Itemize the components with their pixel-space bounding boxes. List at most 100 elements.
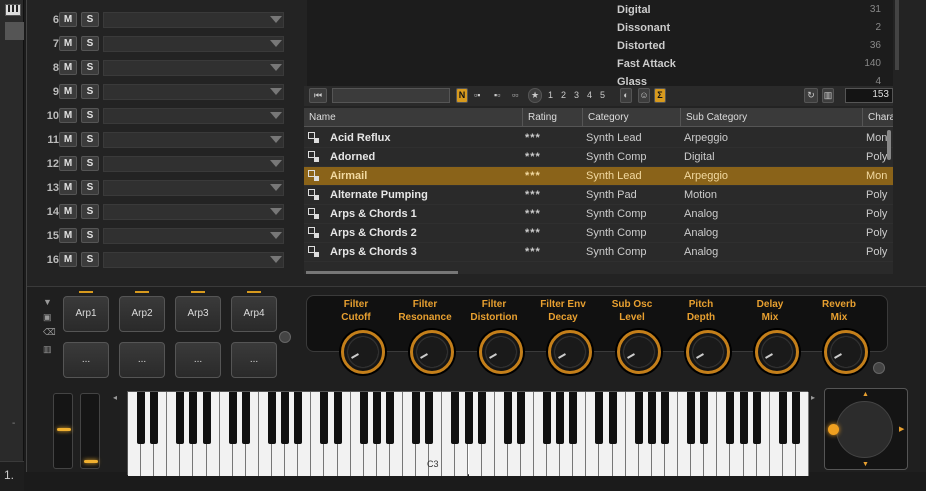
black-key[interactable] [320, 392, 329, 444]
solo-button[interactable]: S [81, 108, 99, 123]
mute-button[interactable]: M [59, 108, 77, 123]
sync-icon[interactable]: ◐ [620, 88, 632, 103]
quick-control-knob[interactable]: Reverb Mix [804, 298, 874, 374]
empty-slot-button[interactable]: ... [231, 342, 277, 378]
view-icon-3[interactable]: ▫▫ [512, 90, 518, 100]
table-horizontal-scrollbar[interactable] [306, 271, 458, 274]
black-key[interactable] [333, 392, 342, 444]
black-key[interactable] [543, 392, 552, 444]
black-key[interactable] [294, 392, 303, 444]
knob-dial[interactable] [548, 330, 592, 374]
slot-dropdown-icon[interactable] [270, 112, 282, 119]
keyboard-mini-icon[interactable]: ▥ [43, 344, 54, 354]
black-key[interactable] [189, 392, 198, 444]
black-key[interactable] [268, 392, 277, 444]
black-key[interactable] [778, 392, 787, 444]
program-slot-field[interactable] [103, 12, 284, 28]
black-key[interactable] [464, 392, 473, 444]
black-key[interactable] [647, 392, 656, 444]
black-key[interactable] [516, 392, 525, 444]
attribute-item[interactable]: Digital 31 [617, 4, 881, 22]
black-key[interactable] [228, 392, 237, 444]
table-row[interactable]: Adorned *** Synth Comp Digital Poly [304, 148, 893, 167]
reset-filter-icon[interactable]: ⏮ [309, 88, 327, 103]
black-key[interactable] [503, 392, 512, 444]
slot-dropdown-icon[interactable] [270, 136, 282, 143]
solo-button[interactable]: S [81, 60, 99, 75]
arp-button-2[interactable]: Arp2 [119, 296, 165, 332]
mute-button[interactable]: M [59, 84, 77, 99]
black-key[interactable] [281, 392, 290, 444]
mute-button[interactable]: M [59, 180, 77, 195]
rating-filter-5[interactable]: 5 [600, 90, 605, 100]
program-slot-field[interactable] [103, 156, 284, 172]
knob-dial[interactable] [617, 330, 661, 374]
quick-control-knob[interactable]: Filter Cutoff [321, 298, 391, 374]
black-key[interactable] [700, 392, 709, 444]
knob-dial[interactable] [410, 330, 454, 374]
piano-keyboard[interactable]: C3 [127, 391, 809, 476]
column-character[interactable]: Chara [863, 108, 893, 127]
mod-wheel[interactable] [80, 393, 100, 469]
black-key[interactable] [752, 392, 761, 444]
new-filter-button[interactable]: N [456, 88, 468, 103]
knob-dial[interactable] [824, 330, 868, 374]
preset-rating[interactable]: *** [525, 167, 541, 186]
mute-button[interactable]: M [59, 132, 77, 147]
rating-filter-2[interactable]: 2 [561, 90, 566, 100]
black-key[interactable] [739, 392, 748, 444]
program-slot-field[interactable] [103, 204, 284, 220]
black-key[interactable] [660, 392, 669, 444]
solo-button[interactable]: S [81, 156, 99, 171]
black-key[interactable] [726, 392, 735, 444]
black-key[interactable] [385, 392, 394, 444]
program-slot-field[interactable] [103, 228, 284, 244]
mute-button[interactable]: M [59, 12, 77, 27]
black-key[interactable] [372, 392, 381, 444]
quick-control-knob[interactable]: Delay Mix [735, 298, 805, 374]
black-key[interactable] [202, 392, 211, 444]
slot-dropdown-icon[interactable] [270, 88, 282, 95]
keyboard-icon[interactable] [5, 4, 21, 16]
arp-button-3[interactable]: Arp3 [175, 296, 221, 332]
preset-rating[interactable]: *** [525, 243, 541, 262]
slot-dropdown-icon[interactable] [270, 16, 282, 23]
empty-slot-button[interactable]: ... [119, 342, 165, 378]
slot-dropdown-icon[interactable] [270, 64, 282, 71]
column-category[interactable]: Category [583, 108, 681, 127]
table-row[interactable]: Arps & Chords 3 *** Synth Comp Analog Poly [304, 243, 893, 262]
knob-dial[interactable] [479, 330, 523, 374]
table-row[interactable]: Arps & Chords 2 *** Synth Comp Analog Poly [304, 224, 893, 243]
slot-dropdown-icon[interactable] [270, 184, 282, 191]
column-rating[interactable]: Rating [523, 108, 583, 127]
columns-icon[interactable]: ▥ [822, 88, 834, 103]
quick-control-knob[interactable]: Pitch Depth [666, 298, 736, 374]
rating-filter-3[interactable]: 3 [574, 90, 579, 100]
black-key[interactable] [412, 392, 421, 444]
search-input[interactable] [332, 88, 450, 103]
black-key[interactable] [634, 392, 643, 444]
table-vertical-scrollbar[interactable] [887, 130, 891, 160]
black-key[interactable] [451, 392, 460, 444]
preset-rating[interactable]: *** [525, 224, 541, 243]
black-key[interactable] [241, 392, 250, 444]
program-slot-field[interactable] [103, 180, 284, 196]
view-icon-2[interactable]: ▪▫ [494, 90, 500, 100]
solo-button[interactable]: S [81, 84, 99, 99]
xy-pad-handle[interactable] [828, 424, 839, 435]
solo-button[interactable]: S [81, 12, 99, 27]
black-key[interactable] [137, 392, 146, 444]
solo-button[interactable]: S [81, 132, 99, 147]
slot-dropdown-icon[interactable] [270, 208, 282, 215]
slot-dropdown-icon[interactable] [270, 232, 282, 239]
arp-button-1[interactable]: Arp1 [63, 296, 109, 332]
mute-button[interactable]: M [59, 36, 77, 51]
program-slot-field[interactable] [103, 132, 284, 148]
program-slot-field[interactable] [103, 84, 284, 100]
black-key[interactable] [150, 392, 159, 444]
arp-button-4[interactable]: Arp4 [231, 296, 277, 332]
solo-button[interactable]: S [81, 228, 99, 243]
quick-control-knob[interactable]: Sub Osc Level [597, 298, 667, 374]
keyboard-right-arrow-icon[interactable]: ▸ [811, 393, 815, 402]
person-icon[interactable]: ☺ [638, 88, 650, 103]
